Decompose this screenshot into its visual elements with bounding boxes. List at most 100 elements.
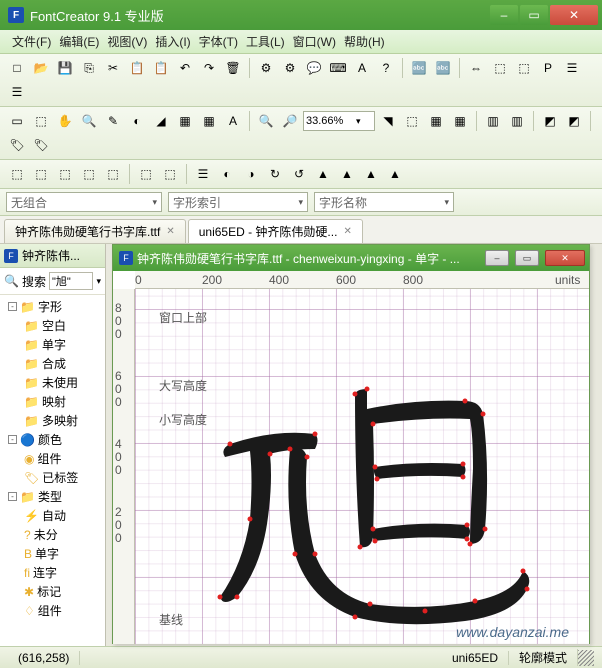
tree-item[interactable]: ?未分 xyxy=(0,525,105,544)
toolbar-button[interactable]: ◩ xyxy=(563,110,585,132)
toolbar-button[interactable]: ⬚ xyxy=(159,163,181,185)
toolbar-button[interactable]: ⬚ xyxy=(135,163,157,185)
toolbar-button[interactable]: 🔍 xyxy=(255,110,277,132)
toolbar-button[interactable]: ⬚ xyxy=(489,57,511,79)
canvas-grid[interactable]: 窗口上部大写高度小写高度基线 xyxy=(135,289,589,644)
toolbar-button[interactable]: ⇔ xyxy=(465,57,487,79)
tab-close-icon[interactable]: ✕ xyxy=(343,226,351,237)
toolbar-button[interactable]: 📋 xyxy=(150,57,172,79)
document-tab[interactable]: uni65ED - 钟齐陈伟勋硬...✕ xyxy=(188,219,363,243)
tree-item[interactable]: 📁未使用 xyxy=(0,373,105,392)
toolbar-button[interactable]: 📂 xyxy=(30,57,52,79)
toolbar-button[interactable]: ☰ xyxy=(192,163,214,185)
toolbar-button[interactable]: 🏷 xyxy=(6,134,28,156)
toolbar-button[interactable]: 🔤 xyxy=(432,57,454,79)
toolbar-button[interactable]: ▭ xyxy=(6,110,28,132)
toolbar-button[interactable]: ▲ xyxy=(312,163,334,185)
toolbar-button[interactable]: ▲ xyxy=(384,163,406,185)
menu-item[interactable]: 插入(I) xyxy=(155,33,190,50)
tree-expander[interactable]: - xyxy=(8,435,17,444)
toolbar-button[interactable]: ▲ xyxy=(336,163,358,185)
tab-close-icon[interactable]: ✕ xyxy=(166,226,174,237)
combo-composition[interactable]: 无组合▾ xyxy=(6,192,162,212)
toolbar-button[interactable]: ↻ xyxy=(264,163,286,185)
toolbar-button[interactable]: ↶ xyxy=(174,57,196,79)
toolbar-button[interactable]: ↷ xyxy=(198,57,220,79)
toolbar-button[interactable]: ⬚ xyxy=(401,110,423,132)
document-tab[interactable]: 钟齐陈伟勋硬笔行书字库.ttf✕ xyxy=(4,219,186,243)
toolbar-button[interactable]: ▲ xyxy=(360,163,382,185)
tree-item[interactable]: ⚡自动 xyxy=(0,506,105,525)
toolbar-button[interactable]: ✋ xyxy=(54,110,76,132)
toolbar-button[interactable]: 📋 xyxy=(126,57,148,79)
inner-close-button[interactable]: ✕ xyxy=(545,250,585,266)
tree-item[interactable]: ◉组件 xyxy=(0,449,105,468)
toolbar-button[interactable]: A xyxy=(351,57,373,79)
toolbar-button[interactable]: ☰ xyxy=(561,57,583,79)
toolbar-button[interactable]: P xyxy=(537,57,559,79)
menu-item[interactable]: 编辑(E) xyxy=(59,33,99,50)
toolbar-button[interactable]: ⬚ xyxy=(54,163,76,185)
tree-item[interactable]: 📁单字 xyxy=(0,335,105,354)
tree-expander[interactable]: - xyxy=(8,302,17,311)
tree-item[interactable]: 📁多映射 xyxy=(0,411,105,430)
toolbar-button[interactable]: ◩ xyxy=(539,110,561,132)
toolbar-button[interactable]: ▥ xyxy=(506,110,528,132)
toolbar-button[interactable]: 🔤 xyxy=(408,57,430,79)
combo-glyph-name[interactable]: 字形名称▾ xyxy=(314,192,454,212)
toolbar-button[interactable]: ⬚ xyxy=(30,110,52,132)
inner-minimize-button[interactable]: – xyxy=(485,250,509,266)
toolbar-button[interactable]: ⎘ xyxy=(78,57,100,79)
toolbar-button[interactable]: ⬚ xyxy=(30,163,52,185)
resize-grip[interactable] xyxy=(578,650,594,666)
toolbar-button[interactable]: ◐ xyxy=(126,110,148,132)
toolbar-button[interactable]: ▦ xyxy=(198,110,220,132)
menu-item[interactable]: 视图(V) xyxy=(107,33,147,50)
toolbar-button[interactable]: ◐ xyxy=(216,163,238,185)
tree-item[interactable]: -📁类型 xyxy=(0,487,105,506)
toolbar-button[interactable]: ◢ xyxy=(150,110,172,132)
search-input[interactable] xyxy=(49,272,94,290)
combo-glyph-index[interactable]: 字形索引▾ xyxy=(168,192,308,212)
inner-maximize-button[interactable]: ▭ xyxy=(515,250,539,266)
toolbar-button[interactable]: ✎ xyxy=(102,110,124,132)
menu-item[interactable]: 帮助(H) xyxy=(344,33,385,50)
toolbar-button[interactable]: 🗑 xyxy=(222,57,244,79)
tree-item[interactable]: fi连字 xyxy=(0,563,105,582)
menu-item[interactable]: 窗口(W) xyxy=(293,33,336,50)
toolbar-button[interactable]: ⚙ xyxy=(255,57,277,79)
toolbar-button[interactable]: ◥ xyxy=(377,110,399,132)
menu-item[interactable]: 字体(T) xyxy=(199,33,238,50)
toolbar-button[interactable]: ↺ xyxy=(288,163,310,185)
toolbar-button[interactable]: ⌨ xyxy=(327,57,349,79)
toolbar-button[interactable]: 💾 xyxy=(54,57,76,79)
glyph-canvas[interactable]: 0200400600800units 800600400200 窗口上部大写高度… xyxy=(113,271,589,644)
tree-item[interactable]: -📁字形 xyxy=(0,297,105,316)
tree-item[interactable]: ✱标记 xyxy=(0,582,105,601)
tree-item[interactable]: B单字 xyxy=(0,544,105,563)
tree-item[interactable]: 📁映射 xyxy=(0,392,105,411)
toolbar-button[interactable]: ▥ xyxy=(482,110,504,132)
toolbar-button[interactable]: □ xyxy=(6,57,28,79)
toolbar-button[interactable]: 🔍 xyxy=(78,110,100,132)
tree-item[interactable]: 📁空白 xyxy=(0,316,105,335)
toolbar-button[interactable]: ⬚ xyxy=(6,163,28,185)
toolbar-button[interactable]: ✂ xyxy=(102,57,124,79)
toolbar-button[interactable]: ▦ xyxy=(174,110,196,132)
toolbar-button[interactable]: 🏷 xyxy=(30,134,52,156)
minimize-button[interactable]: – xyxy=(490,5,518,25)
menu-item[interactable]: 工具(L) xyxy=(246,33,285,50)
toolbar-button[interactable]: A xyxy=(222,110,244,132)
tree-expander[interactable]: - xyxy=(8,492,17,501)
zoom-combo[interactable]: ▾ xyxy=(303,111,375,131)
close-button[interactable]: ✕ xyxy=(550,5,598,25)
toolbar-button[interactable]: ◑ xyxy=(240,163,262,185)
toolbar-button[interactable]: ⬚ xyxy=(513,57,535,79)
tree-item[interactable]: ♢组件 xyxy=(0,601,105,620)
toolbar-button[interactable]: 💬 xyxy=(303,57,325,79)
tree-item[interactable]: 📁合成 xyxy=(0,354,105,373)
toolbar-button[interactable]: ⚙ xyxy=(279,57,301,79)
toolbar-button[interactable]: ☰ xyxy=(6,81,28,103)
toolbar-button[interactable]: ▦ xyxy=(449,110,471,132)
tree-item[interactable]: -🔵颜色 xyxy=(0,430,105,449)
